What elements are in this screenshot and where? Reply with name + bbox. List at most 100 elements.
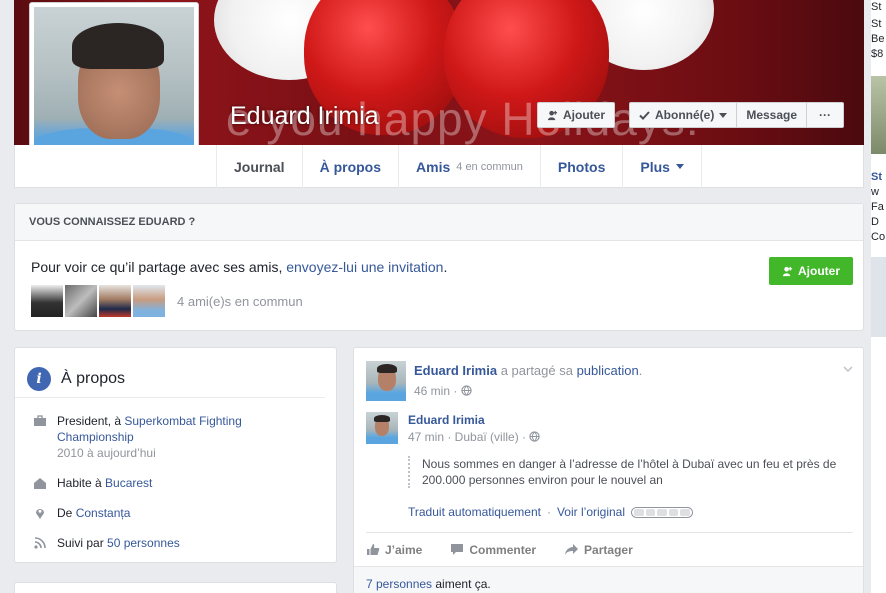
info-icon: i [27, 367, 51, 391]
thumbs-up-icon [367, 544, 380, 555]
add-friend-icon [547, 110, 558, 120]
shared-time[interactable]: 47 min · Dubaï (ville) · [408, 430, 529, 444]
shared-end: . [638, 363, 643, 378]
strip-scroll[interactable] [871, 257, 886, 337]
send-invite-link[interactable]: envoyez-lui une invitation [286, 259, 443, 275]
post-author-avatar[interactable] [366, 361, 406, 401]
know-text-after: . [443, 259, 448, 275]
photo-hair [72, 23, 164, 69]
translated-post-text: Nous sommes en danger à l’adresse de l’h… [408, 456, 848, 488]
likes-count-link[interactable]: 7 personnes [366, 577, 432, 591]
work-dates: 2010 à aujourd’hui [57, 446, 156, 460]
see-original-link[interactable]: Voir l’original [557, 505, 625, 519]
subscribed-label: Abonné(e) [655, 108, 715, 122]
followers-link[interactable]: 50 personnes [107, 536, 180, 550]
share-icon [565, 544, 579, 555]
shared-author-name[interactable]: Eduard Irimia [408, 413, 485, 427]
like-button[interactable]: J’aime [366, 543, 422, 557]
shared-author-avatar[interactable] [366, 412, 398, 444]
rating-segment[interactable] [634, 508, 644, 516]
mutual-friend-avatar[interactable] [31, 285, 63, 317]
mutual-friends-count: 4 en commun [456, 160, 523, 173]
add-friend-button[interactable]: Ajouter [537, 102, 615, 128]
comment-icon [451, 544, 464, 555]
about-title: À propos [61, 370, 126, 387]
strip-text: Co [871, 231, 886, 243]
about-lives-text: Habite à Bucarest [57, 475, 152, 491]
about-from-text: De Constanța [57, 505, 130, 521]
tab-label: Photos [557, 158, 606, 175]
comment-label: Commenter [469, 542, 537, 557]
mutual-friend-avatar[interactable] [133, 285, 165, 317]
likes-summary: 7 personnes aiment ça. [354, 566, 863, 593]
mutual-friends-text[interactable]: 4 ami(e)s en commun [177, 294, 303, 309]
subscribed-button[interactable]: Abonné(e) [629, 102, 738, 128]
about-followers: Suivi par 50 personnes [33, 535, 180, 551]
profile-name[interactable]: Eduard Irimia [230, 102, 379, 131]
add-friend-icon [782, 266, 793, 276]
post-author-name[interactable]: Eduard Irimia [414, 363, 497, 378]
work-prefix: President, à [57, 414, 125, 428]
strip-thumbnail[interactable] [871, 76, 886, 154]
rating-segment[interactable] [645, 508, 656, 516]
followed-prefix: Suivi par [57, 536, 108, 550]
home-icon [34, 478, 46, 489]
tab-label: À propos [319, 158, 382, 175]
globe-icon [461, 385, 472, 396]
strip-text: Be [871, 33, 885, 45]
lives-city-link[interactable]: Bucarest [105, 476, 152, 490]
cover-actions: Ajouter Abonné(e) Message ··· [537, 102, 845, 128]
strip-text: D [871, 216, 879, 228]
add-friend-label: Ajouter [563, 108, 605, 122]
post-options-chevron-icon[interactable] [843, 364, 853, 374]
rating-segment[interactable] [680, 508, 690, 516]
more-options-button[interactable]: ··· [807, 102, 845, 128]
strip-text: w [871, 186, 879, 198]
rating-segment[interactable] [668, 508, 679, 516]
lives-prefix: Habite à [57, 476, 106, 490]
tab-label: Journal [234, 158, 285, 175]
strip-text: St [871, 18, 882, 30]
know-user-heading: VOUS CONNAISSEZ EDUARD ? [15, 204, 863, 241]
mutual-friend-avatar[interactable] [65, 285, 97, 317]
translation-separator: · [546, 505, 551, 519]
action-group: Abonné(e) Message ··· [629, 102, 845, 128]
comment-button[interactable]: Commenter [450, 543, 536, 557]
rating-segment[interactable] [657, 508, 667, 516]
know-user-card: VOUS CONNAISSEZ EDUARD ? Pour voir ce qu… [14, 203, 864, 331]
mutual-friends: 4 ami(e)s en commun [31, 285, 303, 317]
from-prefix: De [57, 506, 76, 520]
tab-journal[interactable]: Journal [216, 145, 302, 188]
profile-tabs: Journal À propos Amis 4 en commun Photos … [216, 145, 702, 188]
post-actions: J’aime Commenter Partager [366, 532, 853, 566]
share-label: Partager [584, 542, 633, 557]
mutual-friend-avatar[interactable] [99, 285, 131, 317]
briefcase-icon [34, 415, 46, 426]
tab-about[interactable]: À propos [301, 145, 398, 188]
about-header: i À propos [15, 348, 325, 398]
translation-rating[interactable] [631, 506, 694, 518]
add-friend-label: Ajouter [798, 264, 840, 278]
share-button[interactable]: Partager [564, 543, 633, 557]
tab-label: Plus [640, 158, 670, 175]
chevron-down-icon [675, 164, 684, 169]
tab-label: Amis [416, 158, 451, 175]
chevron-down-icon [719, 112, 728, 118]
publication-link[interactable]: publication [577, 363, 639, 378]
about-card: i À propos President, à Superkombat Figh… [14, 347, 337, 563]
from-city-link[interactable]: Constanța [76, 506, 131, 520]
message-button[interactable]: Message [737, 102, 808, 128]
tab-more[interactable]: Plus [622, 145, 702, 188]
shared-timestamp: 47 min · Dubaï (ville) · [408, 430, 541, 444]
rss-icon [34, 537, 46, 549]
avatar-hair [374, 415, 390, 422]
about-from: De Constanța [33, 505, 130, 521]
strip-text: Fa [871, 201, 884, 213]
post-time[interactable]: 46 min · [414, 384, 461, 398]
translation-bar: Traduit automatiquement · Voir l’original [408, 505, 694, 519]
tab-photos[interactable]: Photos [539, 145, 622, 188]
strip-text: St [871, 1, 882, 13]
more-icon: ··· [819, 108, 832, 122]
add-friend-green-button[interactable]: Ajouter [769, 257, 853, 285]
tab-friends[interactable]: Amis 4 en commun [398, 145, 540, 188]
